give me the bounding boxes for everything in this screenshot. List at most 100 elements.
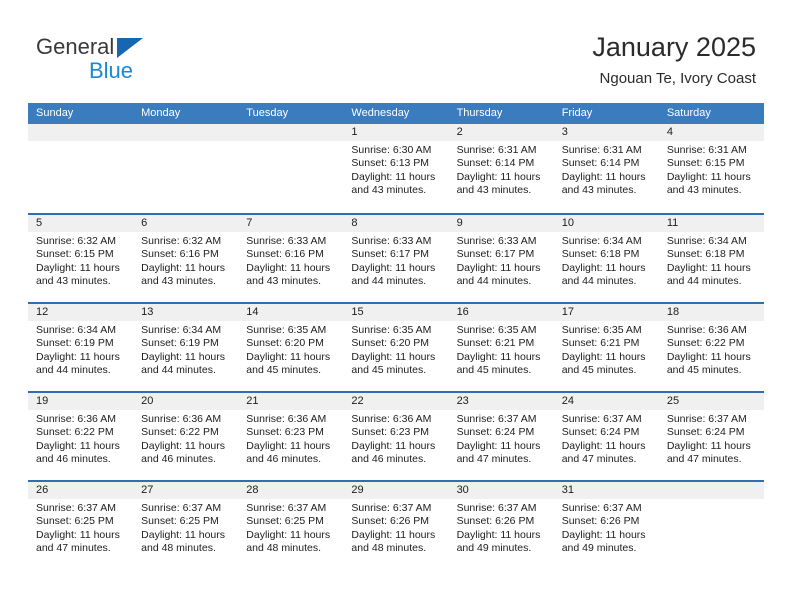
calendar-day-cell[interactable]: 2 Sunrise: 6:31 AM Sunset: 6:14 PM Daylight…	[448, 124, 554, 213]
calendar-day-cell[interactable]: 29 Sunrise: 6:37 AM Sunset: 6:26 PM Dayligh…	[343, 482, 449, 569]
calendar-day-cell[interactable]: 15 Sunrise: 6:35 AM Sunset: 6:20 PM Dayligh…	[343, 304, 449, 391]
calendar-day-cell[interactable]: 13 Sunrise: 6:34 AM Sunset: 6:19 PM Dayligh…	[133, 304, 239, 391]
calendar-day-cell[interactable]: 14 Sunrise: 6:35 AM Sunset: 6:20 PM Dayligh…	[238, 304, 344, 391]
sunset-text: Sunset: 6:14 PM	[456, 157, 535, 170]
calendar-week-row: 19 Sunrise: 6:36 AM Sunset: 6:22 PM Dayligh…	[28, 391, 764, 480]
sunset-text: Sunset: 6:13 PM	[351, 157, 430, 170]
daylight-text-line1: Daylight: 11 hours	[141, 439, 225, 452]
daylight-text-line1: Daylight: 11 hours	[351, 261, 436, 274]
daylight-text-line2: and 46 minutes.	[141, 453, 216, 466]
calendar-day-cell[interactable]: 18 Sunrise: 6:36 AM Sunset: 6:22 PM Dayligh…	[658, 304, 764, 391]
day-number	[238, 124, 344, 141]
sunset-text: Sunset: 6:25 PM	[141, 515, 219, 528]
sunrise-text: Sunrise: 6:35 AM	[351, 324, 432, 336]
weekday-header-friday: Friday	[561, 107, 593, 119]
calendar-day-cell[interactable]: 4 Sunrise: 6:31 AM Sunset: 6:15 PM Daylight…	[658, 124, 764, 213]
calendar-week-row: 12 Sunrise: 6:34 AM Sunset: 6:19 PM Dayligh…	[28, 302, 764, 391]
sunset-text: Sunset: 6:15 PM	[36, 248, 114, 261]
calendar-day-cell[interactable]: 16 Sunrise: 6:35 AM Sunset: 6:21 PM Dayligh…	[448, 304, 554, 391]
daylight-text-line2: and 44 minutes.	[351, 275, 427, 288]
weekday-header-thursday: Thursday	[456, 107, 503, 119]
sunrise-text: Sunrise: 6:35 AM	[246, 324, 327, 336]
calendar-day-cell[interactable]: 10 Sunrise: 6:34 AM Sunset: 6:18 PM Dayligh…	[553, 215, 659, 302]
sunrise-text: Sunrise: 6:34 AM	[666, 235, 747, 247]
sunset-text: Sunset: 6:21 PM	[561, 337, 640, 350]
day-details: Sunrise: 6:37 AM Sunset: 6:25 PM Daylight:…	[238, 499, 343, 556]
logo-text-blue: Blue	[89, 58, 134, 83]
day-number: 19	[28, 393, 134, 410]
day-number: 8	[343, 215, 449, 232]
calendar-day-cell[interactable]: 22 Sunrise: 6:36 AM Sunset: 6:23 PM Dayligh…	[343, 393, 449, 480]
calendar-week-row: 5 Sunrise: 6:32 AM Sunset: 6:15 PM Daylight…	[28, 213, 764, 302]
day-number: 21	[238, 393, 344, 410]
sunset-text: Sunset: 6:26 PM	[561, 515, 640, 528]
calendar-day-cell[interactable]: 9 Sunrise: 6:33 AM Sunset: 6:17 PM Daylight…	[448, 215, 554, 302]
day-details: Sunrise: 6:31 AM Sunset: 6:15 PM Daylight:…	[659, 141, 764, 198]
calendar-day-cell[interactable]: 24 Sunrise: 6:37 AM Sunset: 6:24 PM Dayligh…	[553, 393, 659, 480]
sunrise-text: Sunrise: 6:37 AM	[351, 502, 432, 514]
day-details: Sunrise: 6:35 AM Sunset: 6:21 PM Daylight:…	[554, 321, 659, 378]
daylight-text-line1: Daylight: 11 hours	[666, 439, 751, 452]
calendar-day-cell[interactable]: 26 Sunrise: 6:37 AM Sunset: 6:25 PM Dayligh…	[28, 482, 134, 569]
day-details: Sunrise: 6:33 AM Sunset: 6:17 PM Daylight:…	[449, 232, 554, 289]
logo-text-general: General	[36, 34, 115, 59]
day-number: 2	[448, 124, 554, 141]
sunset-text: Sunset: 6:24 PM	[561, 426, 640, 439]
daylight-text-line2: and 49 minutes.	[456, 542, 532, 555]
weekday-header-saturday: Saturday	[666, 107, 711, 119]
day-details: Sunrise: 6:32 AM Sunset: 6:15 PM Daylight:…	[28, 232, 133, 289]
calendar-page: General Blue January 2025 Ngouan Te, Ivo…	[0, 0, 792, 612]
calendar-day-cell[interactable]: 11 Sunrise: 6:34 AM Sunset: 6:18 PM Dayligh…	[658, 215, 764, 302]
day-details: Sunrise: 6:33 AM Sunset: 6:17 PM Daylight:…	[343, 232, 448, 289]
day-number: 18	[658, 304, 764, 321]
calendar-day-cell[interactable]: 31 Sunrise: 6:37 AM Sunset: 6:26 PM Dayligh…	[553, 482, 659, 569]
sunrise-text: Sunrise: 6:37 AM	[561, 502, 642, 514]
sunrise-text: Sunrise: 6:31 AM	[456, 144, 537, 156]
day-details: Sunrise: 6:35 AM Sunset: 6:20 PM Daylight:…	[238, 321, 343, 378]
sunset-text: Sunset: 6:15 PM	[666, 157, 745, 170]
calendar-day-cell[interactable]: 1 Sunrise: 6:30 AM Sunset: 6:13 PM Daylight…	[343, 124, 449, 213]
daylight-text-line2: and 45 minutes.	[666, 364, 742, 377]
sunset-text: Sunset: 6:26 PM	[456, 515, 535, 528]
calendar-day-cell[interactable]: 28 Sunrise: 6:37 AM Sunset: 6:25 PM Dayligh…	[238, 482, 344, 569]
daylight-text-line2: and 47 minutes.	[561, 453, 637, 466]
sunrise-text: Sunrise: 6:36 AM	[351, 413, 432, 425]
day-details: Sunrise: 6:34 AM Sunset: 6:18 PM Daylight:…	[659, 232, 764, 289]
calendar-day-cell[interactable]: 21 Sunrise: 6:36 AM Sunset: 6:23 PM Dayligh…	[238, 393, 344, 480]
daylight-text-line1: Daylight: 11 hours	[456, 439, 541, 452]
day-number: 27	[133, 482, 239, 499]
day-number: 17	[553, 304, 659, 321]
daylight-text-line1: Daylight: 11 hours	[561, 350, 646, 363]
calendar-day-cell[interactable]: 23 Sunrise: 6:37 AM Sunset: 6:24 PM Dayligh…	[448, 393, 554, 480]
calendar-day-cell[interactable]: 3 Sunrise: 6:31 AM Sunset: 6:14 PM Daylight…	[553, 124, 659, 213]
calendar-weeks: 1 Sunrise: 6:30 AM Sunset: 6:13 PM Daylight…	[28, 124, 764, 569]
page-subtitle-location: Ngouan Te, Ivory Coast	[599, 70, 756, 87]
day-details: Sunrise: 6:34 AM Sunset: 6:19 PM Daylight:…	[133, 321, 238, 378]
sunrise-text: Sunrise: 6:37 AM	[36, 502, 116, 514]
calendar-day-cell[interactable]: 6 Sunrise: 6:32 AM Sunset: 6:16 PM Daylight…	[133, 215, 239, 302]
general-blue-logo[interactable]: General Blue	[36, 34, 166, 86]
calendar-day-cell[interactable]: 19 Sunrise: 6:36 AM Sunset: 6:22 PM Dayligh…	[28, 393, 134, 480]
sunset-text: Sunset: 6:18 PM	[561, 248, 640, 261]
daylight-text-line1: Daylight: 11 hours	[36, 261, 120, 274]
daylight-text-line1: Daylight: 11 hours	[351, 439, 436, 452]
calendar-day-cell[interactable]: 12 Sunrise: 6:34 AM Sunset: 6:19 PM Dayligh…	[28, 304, 134, 391]
calendar-day-cell[interactable]: 25 Sunrise: 6:37 AM Sunset: 6:24 PM Dayligh…	[658, 393, 764, 480]
calendar-day-cell[interactable]: 27 Sunrise: 6:37 AM Sunset: 6:25 PM Dayligh…	[133, 482, 239, 569]
calendar-day-cell[interactable]: 5 Sunrise: 6:32 AM Sunset: 6:15 PM Daylight…	[28, 215, 134, 302]
sunset-text: Sunset: 6:25 PM	[36, 515, 114, 528]
sunset-text: Sunset: 6:26 PM	[351, 515, 430, 528]
calendar-day-cell[interactable]: 17 Sunrise: 6:35 AM Sunset: 6:21 PM Dayligh…	[553, 304, 659, 391]
calendar-day-cell[interactable]: 30 Sunrise: 6:37 AM Sunset: 6:26 PM Dayligh…	[448, 482, 554, 569]
weekday-header-monday: Monday	[141, 107, 181, 119]
calendar-day-cell[interactable]: 20 Sunrise: 6:36 AM Sunset: 6:22 PM Dayligh…	[133, 393, 239, 480]
day-details: Sunrise: 6:31 AM Sunset: 6:14 PM Daylight:…	[554, 141, 659, 198]
daylight-text-line2: and 49 minutes.	[561, 542, 637, 555]
day-number: 24	[553, 393, 659, 410]
daylight-text-line2: and 44 minutes.	[456, 275, 532, 288]
day-number: 20	[133, 393, 239, 410]
day-number: 28	[238, 482, 344, 499]
sunset-text: Sunset: 6:22 PM	[666, 337, 745, 350]
calendar-day-cell[interactable]: 7 Sunrise: 6:33 AM Sunset: 6:16 PM Daylight…	[238, 215, 344, 302]
calendar-day-cell[interactable]: 8 Sunrise: 6:33 AM Sunset: 6:17 PM Daylight…	[343, 215, 449, 302]
